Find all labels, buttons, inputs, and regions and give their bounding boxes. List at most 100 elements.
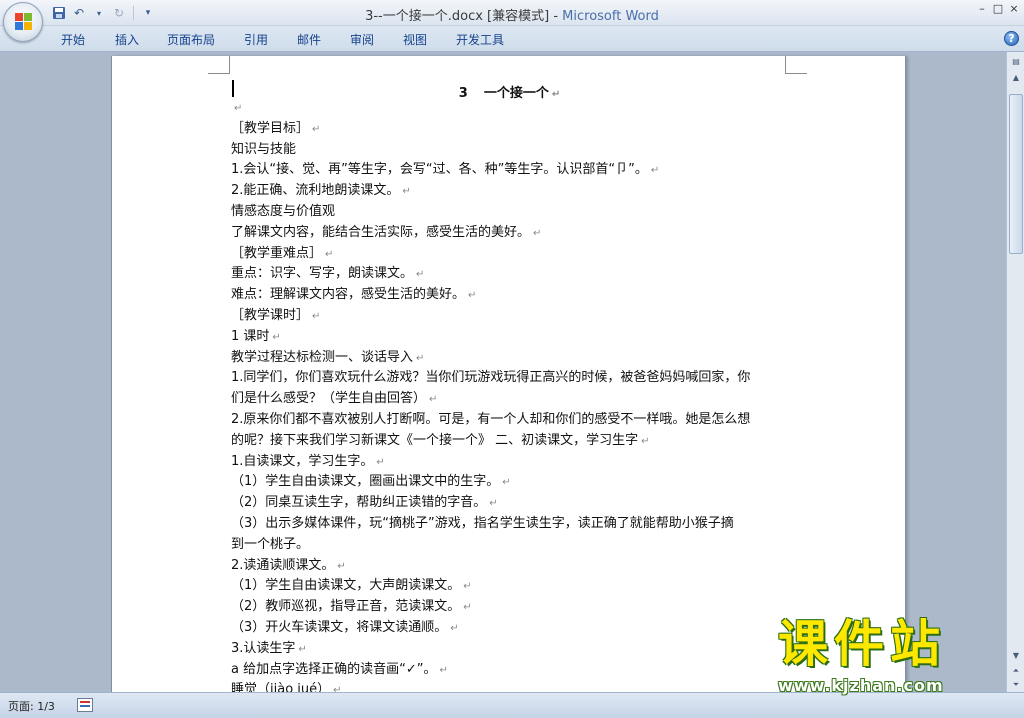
paragraph-mark: ↵ xyxy=(429,394,438,406)
paragraph-mark: ↵ xyxy=(234,103,243,114)
line-text: 1 课时 xyxy=(231,328,270,344)
paragraph-mark: ↵ xyxy=(502,477,511,489)
line-text: 2.原来你们都不喜欢被别人打断啊。可是，有一个人却和你们的感受不一样哦。她是怎么… xyxy=(231,412,751,427)
paragraph-mark: ↵ xyxy=(641,435,650,447)
line-text: 了解课文内容，能结合生活实际，感受生活的美好。 xyxy=(231,224,531,240)
close-button[interactable]: × xyxy=(1008,2,1020,15)
paragraph-mark: ↵ xyxy=(650,165,660,177)
document-line: a 给加点字选择正确的读音画“✓”。 ↵ xyxy=(231,661,791,680)
office-button[interactable] xyxy=(3,2,43,42)
paragraph-mark: ↵ xyxy=(416,269,425,281)
line-text: ［教学目标］ xyxy=(231,120,310,136)
document-line: ［教学目标］ ↵ xyxy=(231,120,791,139)
line-text: 3.认读生字 xyxy=(231,640,296,656)
tab-home[interactable]: 开始 xyxy=(61,31,85,48)
paragraph-mark: ↵ xyxy=(298,643,307,655)
next-page-icon[interactable]: ⏷ xyxy=(1008,678,1024,692)
vertical-scrollbar[interactable]: ▤ ▲ ▼ ⏶ ⏷ xyxy=(1006,52,1024,692)
line-text: 睡觉（jiào jué） xyxy=(231,682,331,692)
document-line: 了解课文内容，能结合生活实际，感受生活的美好。 ↵ xyxy=(231,224,791,243)
paragraph-mark: ↵ xyxy=(312,311,321,322)
document-line: 情感态度与价值观 xyxy=(231,203,791,221)
line-text: 难点：理解课文内容，感受生活的美好。 xyxy=(231,287,466,303)
title-bar: ↶ ▾ ↻ ▾ 3--一个接一个.docx [兼容模式] - Microsoft… xyxy=(0,0,1024,26)
line-text: （2）同桌互读生字，帮助纠正读错的字音。 xyxy=(231,495,487,511)
line-text: 到一个桃子。 xyxy=(231,536,310,552)
document-line: 1.自读课文，学习生字。 ↵ xyxy=(231,453,791,472)
paragraph-mark: ↵ xyxy=(463,602,472,614)
tab-mailings[interactable]: 邮件 xyxy=(297,31,321,48)
line-text: 们是什么感受？（学生自由回答） xyxy=(231,391,427,407)
watermark-title: 课件站 xyxy=(778,615,946,673)
line-text: ［教学课时］ xyxy=(231,308,310,323)
crop-mark-top-left xyxy=(208,56,230,74)
scroll-up-icon[interactable]: ▲ xyxy=(1008,70,1024,84)
paragraph-mark: ↵ xyxy=(450,623,459,634)
paragraph-mark: ↵ xyxy=(402,186,411,198)
app-name: Microsoft Word xyxy=(562,9,659,24)
document-line: （1）学生自由读课文，圈画出课文中的生字。 ↵ xyxy=(231,473,791,492)
paragraph-mark: ↵ xyxy=(416,352,425,364)
page-indicator[interactable]: 页面: 1/3 xyxy=(8,698,55,714)
line-text: 2.能正确、流利地朗读课文。 xyxy=(231,183,400,199)
ruler-toggle-icon[interactable]: ▤ xyxy=(1008,54,1024,68)
document-line: 2.原来你们都不喜欢被别人打断啊。可是，有一个人却和你们的感受不一样哦。她是怎么… xyxy=(231,411,791,429)
document-line: 1.会认“接、觉、再”等生字，会写“过、各、种”等生字。认识部首“卩”。 ↵ xyxy=(231,161,791,180)
document-line: 睡觉（jiào jué） ↵ xyxy=(231,681,791,692)
line-text: 1.会认“接、觉、再”等生字，会写“过、各、种”等生字。认识部首“卩”。 xyxy=(231,162,648,178)
paragraph-mark: ↵ xyxy=(463,581,472,593)
paragraph-mark: ↵ xyxy=(337,560,346,572)
scroll-thumb[interactable] xyxy=(1009,94,1023,254)
line-text: （1）学生自由读课文，圈画出课文中的生字。 xyxy=(231,474,500,490)
paragraph-mark: ↵ xyxy=(325,248,334,260)
tab-references[interactable]: 引用 xyxy=(244,31,268,48)
tab-insert[interactable]: 插入 xyxy=(115,31,139,48)
document-check-icon[interactable] xyxy=(77,698,93,712)
paragraph-mark: ↵ xyxy=(468,290,477,302)
paragraph-mark: ↵ xyxy=(272,331,281,343)
tab-review[interactable]: 审阅 xyxy=(350,31,374,48)
minimize-button[interactable]: – xyxy=(976,2,988,15)
ribbon-tab-bar: 开始 插入 页面布局 引用 邮件 审阅 视图 开发工具 ? xyxy=(0,26,1024,52)
document-line: 到一个桃子。 xyxy=(231,536,791,554)
document-line: 教学过程达标检测一、谈话导入 ↵ xyxy=(231,349,791,368)
watermark-url: www.kjzhan.com xyxy=(778,676,944,695)
restore-button[interactable]: □ xyxy=(992,2,1004,15)
paragraph-mark: ↵ xyxy=(439,664,448,676)
document-line: 3.认读生字 ↵ xyxy=(231,640,791,659)
paragraph-mark: ↵ xyxy=(533,227,542,239)
window-title: 3--一个接一个.docx [兼容模式] - Microsoft Word xyxy=(0,5,1024,24)
tab-page-layout[interactable]: 页面布局 xyxy=(167,31,215,48)
line-text: 情感态度与价值观 xyxy=(231,204,336,219)
line-text: 的呢？接下来我们学习新课文《一个接一个》 二、初读课文，学习生字 xyxy=(231,432,639,448)
paragraph-mark: ↵ xyxy=(376,456,385,468)
line-text: （3）出示多媒体课件，玩“摘桃子”游戏，指名学生读生字，读正确了就能帮助小猴子摘 xyxy=(231,516,734,531)
crop-mark-top-right xyxy=(785,56,807,74)
line-text: 1.自读课文，学习生字。 xyxy=(231,453,374,469)
document-page[interactable]: 3 一个接一个 ↵ ↵ ［教学目标］ ↵ 知识与技能 1.会认“接、觉、再”等生字，会写“过… xyxy=(111,56,906,692)
watermark-logo: 课件站 www.kjzhan.com xyxy=(778,614,1008,696)
document-line: 重点：识字、写字，朗读课文。 ↵ xyxy=(231,265,791,284)
paragraph-mark: ↵ xyxy=(489,498,498,510)
line-text: ［教学重难点］ xyxy=(231,245,323,261)
tab-view[interactable]: 视图 xyxy=(403,31,427,48)
scroll-down-icon[interactable]: ▼ xyxy=(1008,648,1024,662)
document-area: 3 一个接一个 ↵ ↵ ［教学目标］ ↵ 知识与技能 1.会认“接、觉、再”等生字，会写“过… xyxy=(0,52,1006,692)
line-text: （1）学生自由读课文，大声朗读课文。 xyxy=(231,578,461,594)
previous-page-icon[interactable]: ⏶ xyxy=(1008,664,1024,678)
document-line: ［教学重难点］ ↵ xyxy=(231,245,791,264)
line-text: 2.读通读顺课文。 xyxy=(231,557,335,573)
paragraph-mark: ↵ xyxy=(312,123,321,135)
tab-developer[interactable]: 开发工具 xyxy=(456,31,504,48)
document-line: （1）学生自由读课文，大声朗读课文。 ↵ xyxy=(231,577,791,596)
paragraph-mark: ↵ xyxy=(333,685,342,692)
document-line: 2.能正确、流利地朗读课文。 ↵ xyxy=(231,182,791,201)
document-line: 1 课时 ↵ xyxy=(231,328,791,347)
help-icon[interactable]: ? xyxy=(1004,31,1019,46)
document-line: （3）出示多媒体课件，玩“摘桃子”游戏，指名学生读生字，读正确了就能帮助小猴子摘 xyxy=(231,515,791,533)
document-line: 1.同学们，你们喜欢玩什么游戏？当你们玩游戏玩得正高兴的时候，被爸爸妈妈喊回家，… xyxy=(231,369,791,387)
line-text: （2）教师巡视，指导正音，范读课文。 xyxy=(231,599,461,615)
office-logo-icon xyxy=(15,13,33,31)
document-line: （3）开火车读课文，将课文读通顺。 ↵ xyxy=(231,619,791,638)
line-text: 重点：识字、写字，朗读课文。 xyxy=(231,266,414,282)
